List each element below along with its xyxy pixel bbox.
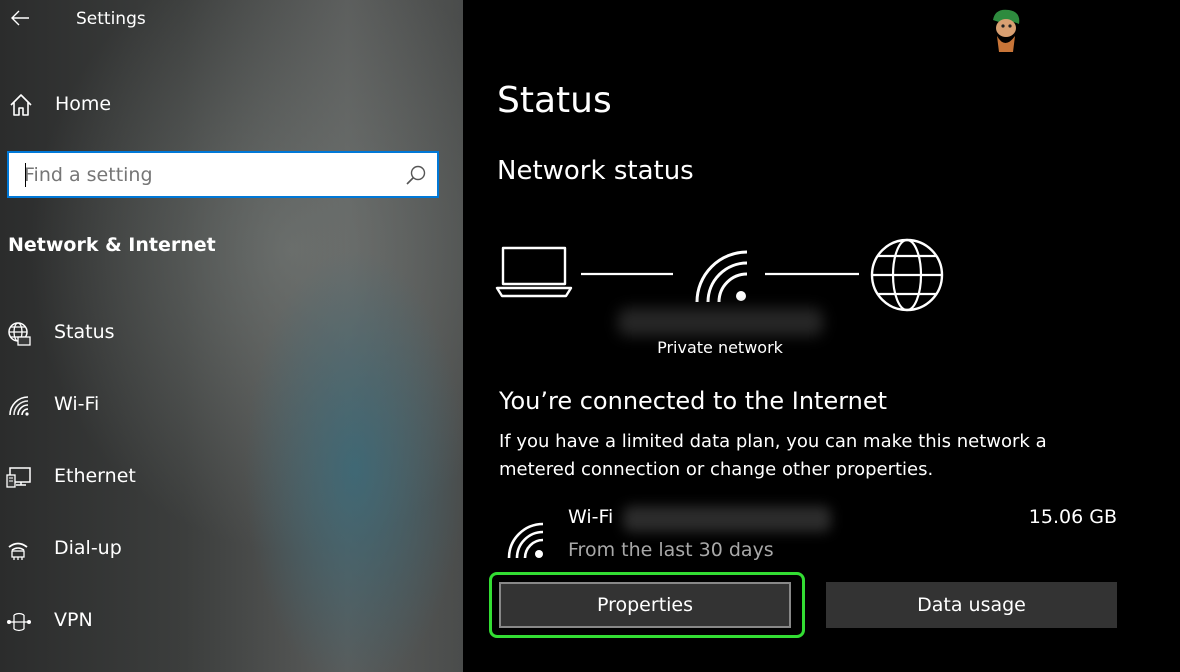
redacted-ssid: [623, 506, 831, 532]
back-arrow-icon: [11, 10, 29, 26]
dial-up-icon: [8, 542, 28, 560]
connection-name: Wi-Fi: [568, 506, 614, 528]
page-title: Status: [497, 80, 612, 121]
redacted-network-name: [618, 308, 823, 336]
settings-sidebar: Settings Home Network & Internet Status: [0, 0, 463, 672]
sidebar-item-label: Ethernet: [54, 465, 136, 487]
connection-status-title: You’re connected to the Internet: [499, 387, 888, 415]
network-type-label: Private network: [657, 338, 783, 357]
data-usage-button[interactable]: Data usage: [826, 582, 1117, 628]
ethernet-icon: [6, 467, 31, 488]
sidebar-item-label: Home: [55, 93, 112, 115]
text-caret: [25, 163, 26, 187]
sidebar-item-label: Status: [54, 321, 115, 343]
section-heading: Network & Internet: [8, 234, 216, 256]
properties-button[interactable]: Properties: [499, 582, 791, 628]
app-title: Settings: [76, 9, 146, 29]
globe-icon: [870, 238, 944, 312]
title-bar: Settings: [0, 0, 463, 40]
connection-row: Wi-Fi From the last 30 days 15.06 GB: [499, 504, 1119, 564]
usage-period: From the last 30 days: [568, 539, 774, 561]
sidebar-item-label: Dial-up: [54, 537, 122, 559]
connection-status-description: If you have a limited data plan, you can…: [499, 431, 1047, 480]
home-icon: [10, 94, 32, 116]
wifi-connection-icon: [507, 522, 544, 559]
vpn-icon: [7, 612, 31, 632]
search-input[interactable]: [9, 154, 379, 195]
laptop-icon: [495, 246, 573, 298]
sidebar-item-label: VPN: [54, 609, 93, 631]
sidebar-item-status[interactable]: Status: [0, 309, 463, 357]
sidebar-item-label: Wi-Fi: [54, 393, 100, 415]
back-button[interactable]: [4, 4, 36, 32]
sidebar-item-ethernet[interactable]: Ethernet: [0, 453, 463, 501]
search-icon[interactable]: [405, 164, 427, 186]
sidebar-item-dial-up[interactable]: Dial-up: [0, 525, 463, 573]
data-usage-amount: 15.06 GB: [1028, 506, 1117, 528]
sidebar-item-wifi[interactable]: Wi-Fi: [0, 381, 463, 429]
wifi-icon: [9, 396, 29, 416]
search-box[interactable]: [7, 151, 439, 198]
watermark-logo-icon: [993, 9, 1020, 52]
main-panel: Status Network status Private network Yo…: [463, 0, 1180, 672]
globe-status-icon: [8, 322, 31, 346]
network-status-heading: Network status: [497, 156, 694, 186]
sidebar-item-home[interactable]: Home: [0, 84, 463, 124]
wifi-signal-icon: [695, 250, 748, 303]
sidebar-item-vpn[interactable]: VPN: [0, 597, 463, 645]
network-type-wrapper: Private network: [463, 338, 977, 357]
network-diagram: [495, 238, 944, 312]
